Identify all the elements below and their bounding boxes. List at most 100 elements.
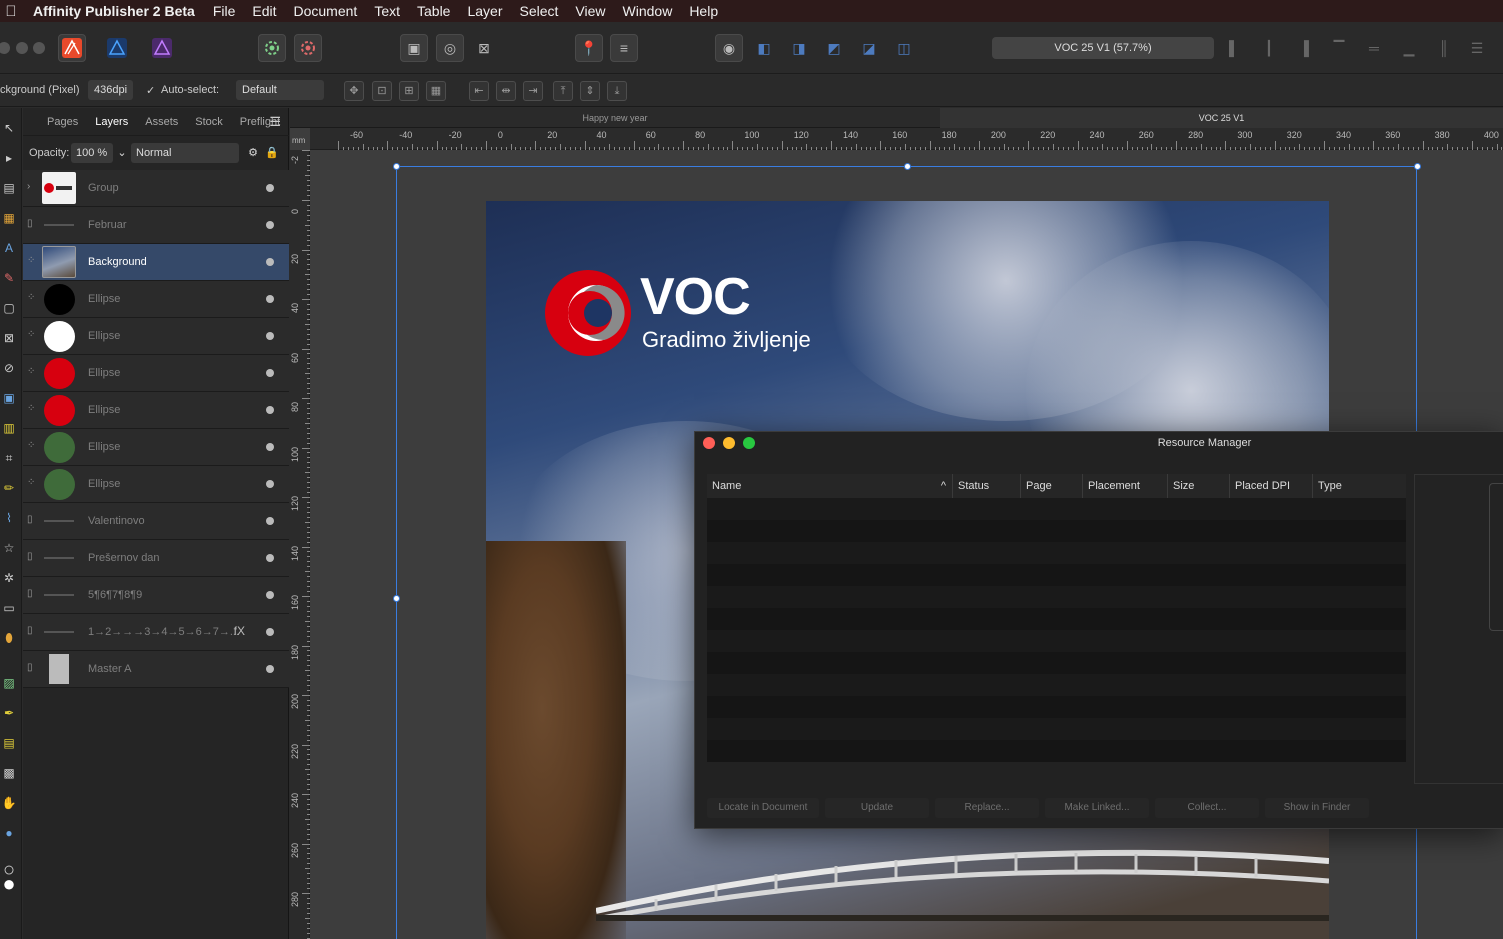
lock-icon[interactable]: 🔒 <box>265 143 279 163</box>
visibility-toggle-icon[interactable] <box>266 628 274 636</box>
vector-crop-tool-icon[interactable]: ▥ <box>0 418 18 438</box>
align-middle-icon[interactable]: ═ <box>1360 34 1388 62</box>
layer-row[interactable]: ⁘ Background <box>23 244 289 281</box>
layer-type-icon[interactable]: ▯ <box>27 625 37 636</box>
preferences-gear-icon[interactable] <box>258 34 286 62</box>
visibility-toggle-icon[interactable] <box>266 406 274 414</box>
table-row[interactable] <box>707 564 1406 586</box>
layer-row[interactable]: ▯ Valentinovo <box>23 503 289 540</box>
menu-help[interactable]: Help <box>689 3 718 19</box>
dpi-field[interactable]: 436dpi <box>88 80 134 100</box>
distribute-icon[interactable]: ║ <box>1430 34 1458 62</box>
place-image-tool-icon[interactable]: ▣ <box>0 388 18 408</box>
visibility-toggle-icon[interactable] <box>266 332 274 340</box>
visibility-toggle-icon[interactable] <box>266 258 274 266</box>
column-page[interactable]: Page <box>1020 474 1082 498</box>
snap-bounds-icon[interactable]: ⊡ <box>372 81 392 101</box>
resize-handle[interactable] <box>1414 163 1421 170</box>
opacity-chevron-icon[interactable]: ⌄ <box>117 143 127 163</box>
move-tool-icon[interactable]: ↖ <box>0 118 18 138</box>
align-right-icon[interactable]: ▐ <box>1290 34 1318 62</box>
sort-ascending-icon[interactable]: ^ <box>941 474 946 498</box>
fill-swatch-icon[interactable]: ● <box>0 873 18 895</box>
layer-type-icon[interactable]: ▯ <box>27 551 37 562</box>
table-row[interactable] <box>707 542 1406 564</box>
text-wrap-icon[interactable]: ≡ <box>610 34 638 62</box>
layer-type-icon[interactable]: ▯ <box>27 218 37 229</box>
expand-chevron-icon[interactable]: › <box>27 181 37 192</box>
rectangle-tool-icon[interactable]: ▢ <box>0 298 18 318</box>
table-row[interactable] <box>707 740 1406 762</box>
auto-select-check-icon[interactable]: ✓ <box>146 84 155 97</box>
column-name[interactable]: Name ^ <box>707 474 952 498</box>
hand-tool-icon[interactable]: ✋ <box>0 793 18 813</box>
visibility-toggle-icon[interactable] <box>266 221 274 229</box>
layer-type-icon[interactable]: ▯ <box>27 514 37 525</box>
column-placement[interactable]: Placement <box>1082 474 1167 498</box>
ellipse-frame-tool-icon[interactable]: ⊘ <box>0 358 18 378</box>
vertical-ruler[interactable]: -2 0 20 40 60 80 100 120 140 160 180 200 220 240 260 28… <box>290 150 310 939</box>
layer-row[interactable]: ⁘ Ellipse <box>23 466 289 503</box>
rounded-rect-tool-icon[interactable]: ▭ <box>0 598 18 618</box>
frame-text-tool-icon[interactable]: ▤ <box>0 178 18 198</box>
pencil-tool-icon[interactable]: ✏ <box>0 478 18 498</box>
snap-center-icon[interactable]: ⊞ <box>399 81 419 101</box>
layer-row[interactable]: › Group <box>23 170 289 207</box>
arrange-stack-icon[interactable]: ◫ <box>890 34 918 62</box>
doc-tab-happy-new-year[interactable]: Happy new year <box>290 108 940 128</box>
view-mode-icon[interactable]: ▣ <box>400 34 428 62</box>
table-row[interactable] <box>707 608 1406 630</box>
column-placed-dpi[interactable]: Placed DPI <box>1229 474 1312 498</box>
cog-shape-tool-icon[interactable]: ✲ <box>0 568 18 588</box>
menu-text[interactable]: Text <box>374 3 400 19</box>
panel-menu-icon[interactable]: ☰ <box>269 114 281 130</box>
layer-type-icon[interactable]: ▯ <box>27 662 37 673</box>
preview-icon[interactable]: ◉ <box>715 34 743 62</box>
column-status[interactable]: Status <box>952 474 1020 498</box>
tab-pages[interactable]: Pages <box>41 116 84 128</box>
crop-tool-icon[interactable]: ⌗ <box>0 448 18 468</box>
visibility-toggle-icon[interactable] <box>266 517 274 525</box>
layer-row[interactable]: ▯ 1→2→→→3→4→5→6→7→... fX <box>23 614 289 651</box>
layer-row[interactable]: ⁘ Ellipse <box>23 318 289 355</box>
view-clip-icon[interactable]: ⊠ <box>470 34 498 62</box>
ctx-align-middle-icon[interactable]: ⇕ <box>580 81 600 101</box>
table-row[interactable] <box>707 520 1406 542</box>
table-row[interactable] <box>707 630 1406 652</box>
layer-fx-icon[interactable]: fX <box>234 624 245 638</box>
app-name-menu[interactable]: Affinity Publisher 2 Beta <box>33 3 195 19</box>
measure-tool-icon[interactable]: ▤ <box>0 733 18 753</box>
tab-layers[interactable]: Layers <box>89 116 134 128</box>
resize-handle[interactable] <box>904 163 911 170</box>
table-row[interactable] <box>707 718 1406 740</box>
table-row[interactable] <box>707 696 1406 718</box>
ctx-align-left-icon[interactable]: ⇤ <box>469 81 489 101</box>
table-tool-icon[interactable]: ▦ <box>0 208 18 228</box>
transparency-tool-icon[interactable]: ▨ <box>0 673 18 693</box>
drag-handle-icon[interactable]: ⁘ <box>27 292 37 303</box>
menu-select[interactable]: Select <box>520 3 559 19</box>
layer-row[interactable]: ▯ Master A <box>23 651 289 688</box>
table-row[interactable] <box>707 586 1406 608</box>
visibility-toggle-icon[interactable] <box>266 591 274 599</box>
layer-row[interactable]: ⁘ Ellipse <box>23 392 289 429</box>
layer-settings-gear-icon[interactable]: ⚙ <box>245 143 261 163</box>
visibility-toggle-icon[interactable] <box>266 184 274 192</box>
zoom-tool-icon[interactable]: ● <box>0 823 18 843</box>
layer-row[interactable]: ⁘ Ellipse <box>23 281 289 318</box>
visibility-toggle-icon[interactable] <box>266 295 274 303</box>
layer-row[interactable]: ▯ 5¶6¶7¶8¶9 <box>23 577 289 614</box>
publisher-persona-icon[interactable] <box>58 34 86 62</box>
update-button[interactable]: Update <box>825 798 929 818</box>
menu-file[interactable]: File <box>213 3 236 19</box>
visibility-toggle-icon[interactable] <box>266 665 274 673</box>
fill-tool-icon[interactable]: ⬮ <box>0 628 18 648</box>
designer-persona-icon[interactable] <box>103 34 131 62</box>
node-tool-icon[interactable]: ▸ <box>0 148 18 168</box>
layer-row[interactable]: ⁘ Ellipse <box>23 429 289 466</box>
brush-tool-icon[interactable]: ⌇ <box>0 508 18 528</box>
color-picker-tool-icon[interactable]: ✒ <box>0 703 18 723</box>
apple-icon[interactable]:  <box>0 3 22 20</box>
replace-button[interactable]: Replace... <box>935 798 1039 818</box>
align-left-icon[interactable]: ▌ <box>1220 34 1248 62</box>
